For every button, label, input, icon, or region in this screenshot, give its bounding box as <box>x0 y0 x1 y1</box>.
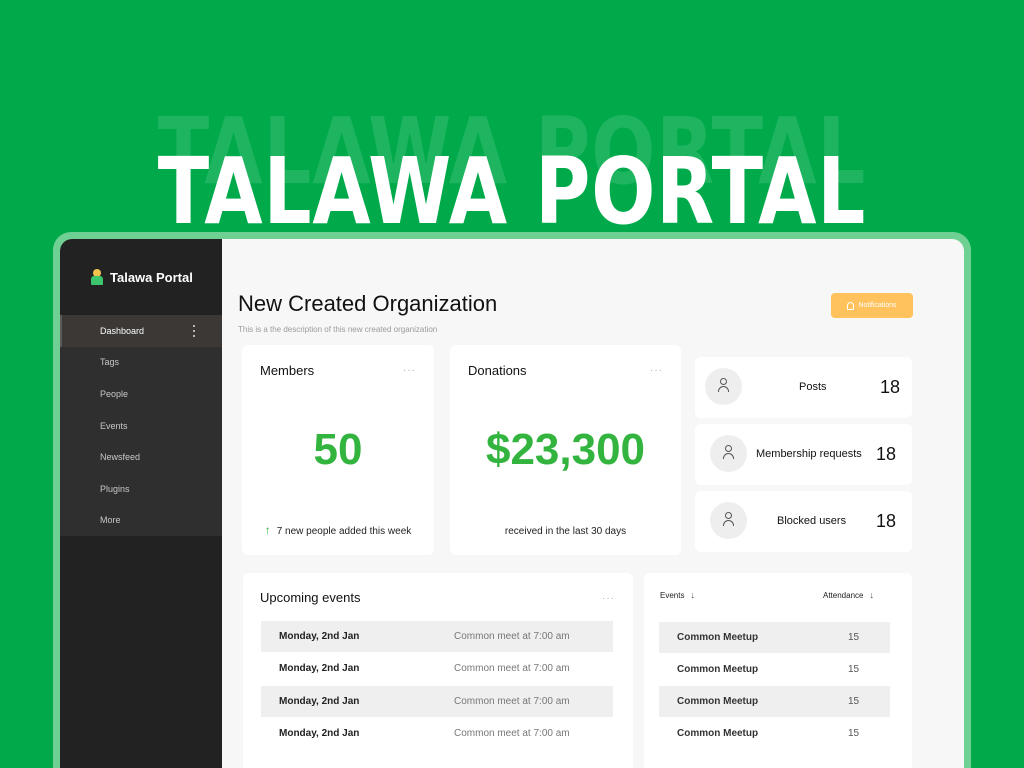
talawa-logo-icon <box>90 269 104 285</box>
hero-title: TALAWA PORTAL <box>157 138 867 245</box>
more-options-icon[interactable]: ··· <box>602 593 615 604</box>
avatar <box>705 368 742 405</box>
user-icon <box>723 512 734 528</box>
notifications-label: Notifications <box>858 302 897 309</box>
members-title: Members <box>260 363 315 378</box>
attendance-value: 15 <box>848 696 860 707</box>
user-icon <box>723 445 734 461</box>
attendance-value: 15 <box>848 632 860 643</box>
more-options-icon[interactable]: ··· <box>650 365 663 376</box>
list-item[interactable]: Monday, 2nd Jan Common meet at 7:00 am <box>261 653 613 684</box>
event-date: Monday, 2nd Jan <box>279 728 360 739</box>
stat-membership-requests[interactable]: Membership requests 18 <box>695 424 912 485</box>
stat-value: 18 <box>879 377 900 397</box>
sidebar-item-label: Newsfeed <box>100 452 141 463</box>
sidebar-nav: Dashboard Tags People Events Newsfeed Pl… <box>60 315 222 537</box>
avatar <box>710 435 747 472</box>
more-options-icon[interactable]: ··· <box>403 365 416 376</box>
event-name: Common Meetup <box>677 632 759 643</box>
sidebar-item-label: More <box>100 515 121 526</box>
upcoming-events-title: Upcoming events <box>260 590 361 605</box>
up-arrow-icon: ↑ <box>264 523 271 537</box>
event-name: Common Meetup <box>677 728 759 739</box>
donations-footer: received in the last 30 days <box>504 526 627 537</box>
brand-name: Talawa Portal <box>110 269 193 285</box>
members-footer-text: 7 new people added this week <box>276 526 412 537</box>
stat-label: Blocked users <box>777 515 847 527</box>
donations-title: Donations <box>468 363 527 378</box>
table-row[interactable]: Common Meetup 15 <box>659 718 890 749</box>
user-icon <box>718 378 729 394</box>
page-title: New Created Organization <box>238 291 498 316</box>
event-name: Common Meetup <box>677 664 759 675</box>
brand[interactable]: Talawa Portal <box>90 269 193 285</box>
event-date: Monday, 2nd Jan <box>279 663 360 674</box>
sidebar-item-dashboard[interactable]: Dashboard <box>60 315 222 347</box>
page-description: This is a the description of this new cr… <box>238 325 438 334</box>
column-header-events[interactable]: Events ↓ <box>660 590 695 600</box>
stat-blocked-users[interactable]: Blocked users 18 <box>695 491 912 552</box>
sort-down-icon: ↓ <box>869 590 874 600</box>
donations-amount: $23,300 <box>485 425 646 474</box>
event-text: Common meet at 7:00 am <box>454 663 570 674</box>
sidebar-item-label: Plugins <box>100 483 130 494</box>
event-name: Common Meetup <box>677 696 759 707</box>
members-card: Members ··· 50 ↑ 7 new people added this … <box>242 345 434 555</box>
members-count: 50 <box>313 425 363 474</box>
app-window: Talawa Portal Dashboard Tags People Even… <box>60 239 964 768</box>
stat-label: Posts <box>799 381 827 393</box>
table-row[interactable]: Common Meetup 15 <box>659 622 890 653</box>
sidebar-item-more[interactable]: More <box>60 505 222 537</box>
sidebar: Talawa Portal Dashboard Tags People Even… <box>60 239 222 768</box>
stat-posts[interactable]: Posts 18 <box>695 357 912 418</box>
sort-down-icon: ↓ <box>690 590 695 600</box>
stat-label: Membership requests <box>756 448 862 460</box>
event-date: Monday, 2nd Jan <box>279 696 360 707</box>
sidebar-item-label: People <box>100 388 129 399</box>
event-text: Common meet at 7:00 am <box>454 631 570 642</box>
stat-value: 18 <box>875 511 896 531</box>
bell-icon <box>847 301 855 310</box>
sidebar-item-label: Tags <box>100 357 120 368</box>
table-row[interactable]: Common Meetup 15 <box>659 654 890 685</box>
list-item[interactable]: Monday, 2nd Jan Common meet at 7:00 am <box>261 686 613 717</box>
sidebar-item-label: Dashboard <box>100 325 145 336</box>
upcoming-events-card: Upcoming events ··· Monday, 2nd Jan Commo… <box>243 573 633 768</box>
table-row[interactable]: Common Meetup 15 <box>659 686 890 717</box>
event-date: Monday, 2nd Jan <box>279 631 360 642</box>
sidebar-item-label: Events <box>100 420 128 431</box>
sidebar-item-people[interactable]: People <box>60 378 222 410</box>
attendance-value: 15 <box>848 664 860 675</box>
kebab-menu-icon[interactable] <box>193 325 196 337</box>
sidebar-item-events[interactable]: Events <box>60 410 222 442</box>
list-item[interactable]: Monday, 2nd Jan Common meet at 7:00 am <box>261 621 613 652</box>
attendance-table-card: Events ↓ Attendance ↓ Common Meetup 15 Comm… <box>644 573 912 768</box>
members-footer: ↑ 7 new people added this week <box>242 523 434 537</box>
sidebar-item-plugins[interactable]: Plugins <box>60 473 222 505</box>
event-text: Common meet at 7:00 am <box>454 696 570 707</box>
stat-value: 18 <box>875 444 896 464</box>
list-item[interactable]: Monday, 2nd Jan Common meet at 7:00 am <box>261 718 613 749</box>
attendance-value: 15 <box>848 728 860 739</box>
sidebar-item-newsfeed[interactable]: Newsfeed <box>60 441 222 473</box>
sidebar-item-tags[interactable]: Tags <box>60 347 222 379</box>
column-header-attendance[interactable]: Attendance ↓ <box>823 590 874 600</box>
column-header-label: Attendance <box>823 591 864 600</box>
avatar <box>710 502 747 539</box>
donations-card: Donations ··· $23,300 received in the la… <box>450 345 681 555</box>
column-header-label: Events <box>660 591 685 600</box>
notifications-button[interactable]: Notifications <box>831 293 913 318</box>
event-text: Common meet at 7:00 am <box>454 728 570 739</box>
